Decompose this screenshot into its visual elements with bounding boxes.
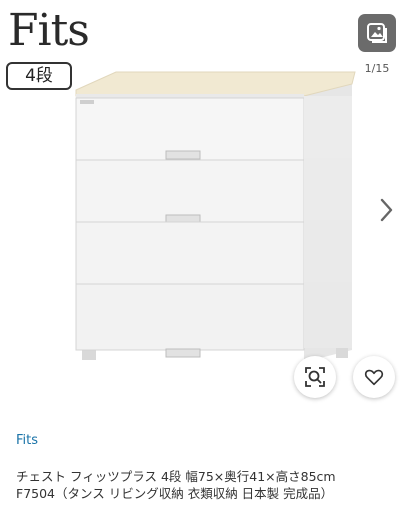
drawer-4 — [75, 282, 352, 358]
like-button[interactable] — [353, 356, 395, 398]
heart-icon — [364, 369, 384, 386]
drawer-2 — [75, 158, 352, 224]
product-title-line-1: チェスト フィッツプラス 4段 幅75×奥行41×高さ85cm — [16, 469, 336, 484]
image-counter: 1/15 — [364, 62, 390, 75]
gallery-view-button[interactable] — [358, 14, 396, 52]
product-title: チェスト フィッツプラス 4段 幅75×奥行41×高さ85cm F7504（タン… — [16, 468, 401, 502]
zoom-button[interactable] — [294, 356, 336, 398]
drawer-1 — [75, 96, 352, 161]
product-title-line-2: F7504（タンス リビング収納 衣類収納 日本製 完成品） — [16, 486, 334, 501]
tier-badge: 4段 — [6, 62, 72, 90]
chest-top-board — [75, 71, 356, 97]
product-image-gallery[interactable]: Fits 4段 1/15 — [0, 0, 409, 410]
brand-link[interactable]: Fits — [16, 433, 38, 448]
chevron-right-icon[interactable] — [376, 196, 396, 224]
image-gallery-icon — [367, 23, 387, 43]
zoom-search-icon — [305, 367, 325, 387]
brand-logo: Fits — [8, 5, 90, 56]
